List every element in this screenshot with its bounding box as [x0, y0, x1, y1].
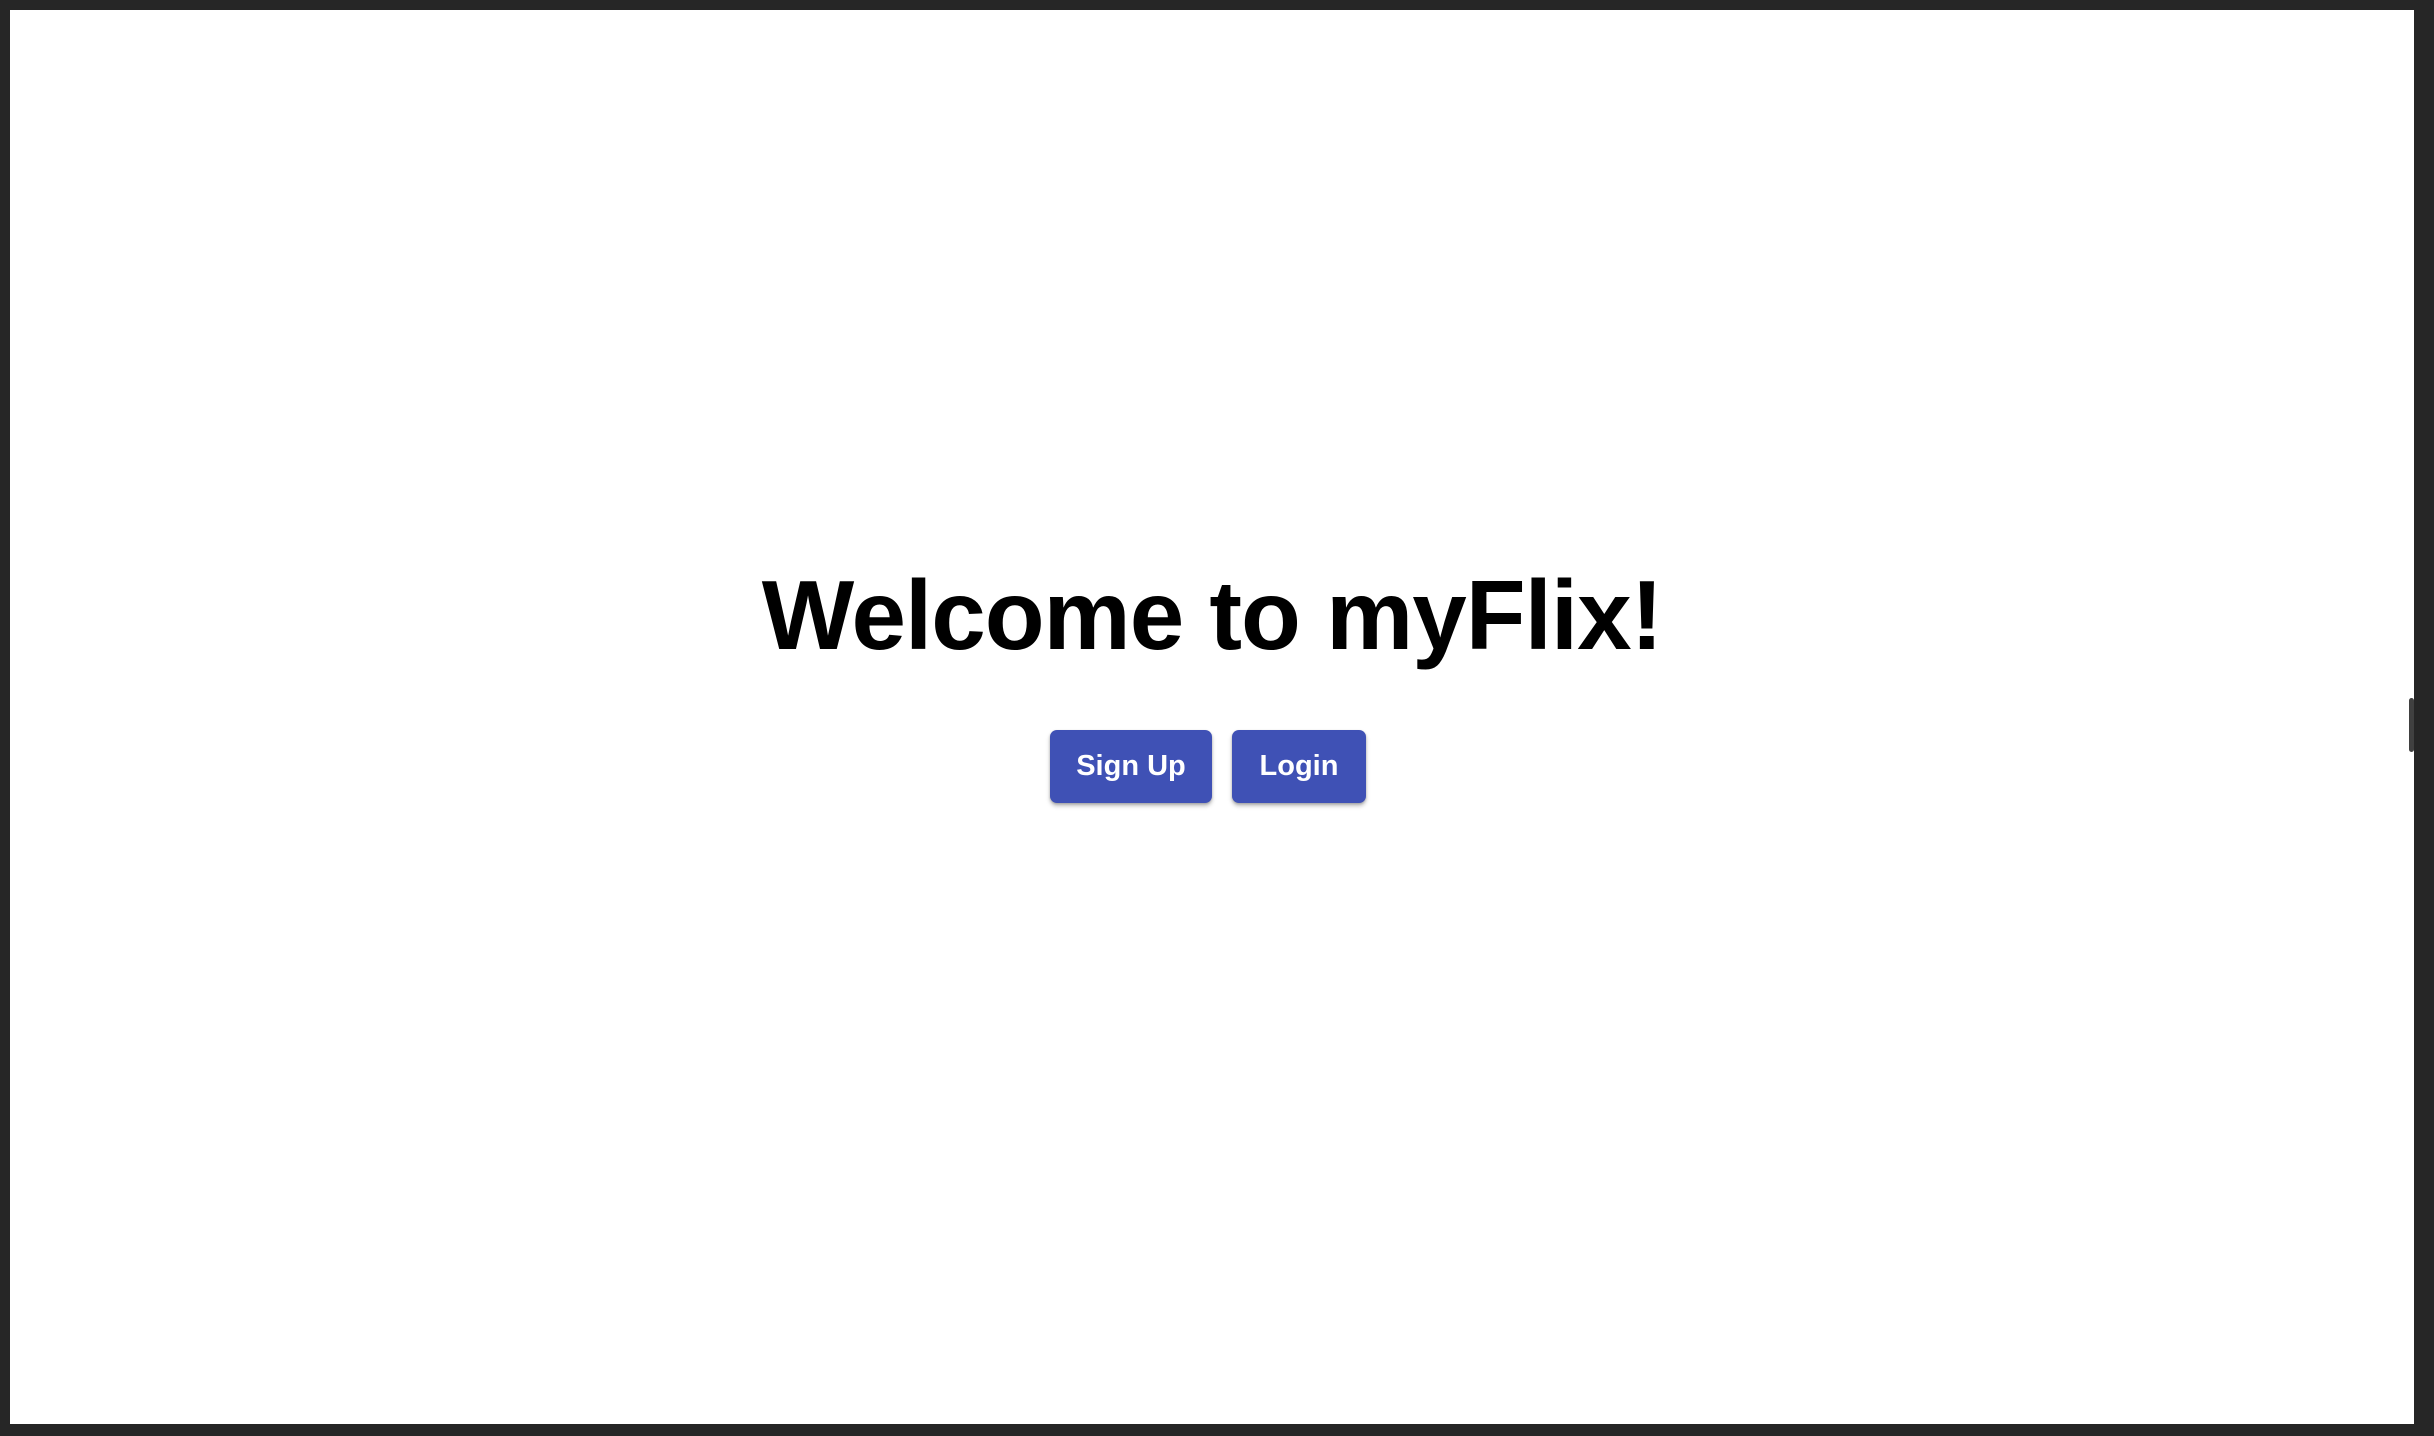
- sign-up-button[interactable]: Sign Up: [1050, 730, 1212, 803]
- window-bottom-bar: [0, 1424, 2434, 1436]
- browser-window-frame: Welcome to myFlix! Sign Up Login: [0, 0, 2434, 1436]
- login-button[interactable]: Login: [1232, 730, 1366, 803]
- page-viewport: Welcome to myFlix! Sign Up Login: [10, 10, 2414, 1424]
- welcome-screen: Welcome to myFlix! Sign Up Login: [10, 10, 2414, 1424]
- scrollbar-thumb[interactable]: [2409, 698, 2414, 752]
- page-title: Welcome to myFlix!: [761, 560, 1664, 670]
- auth-actions: Sign Up Login: [10, 730, 2414, 803]
- scrollbar[interactable]: [2394, 10, 2414, 1424]
